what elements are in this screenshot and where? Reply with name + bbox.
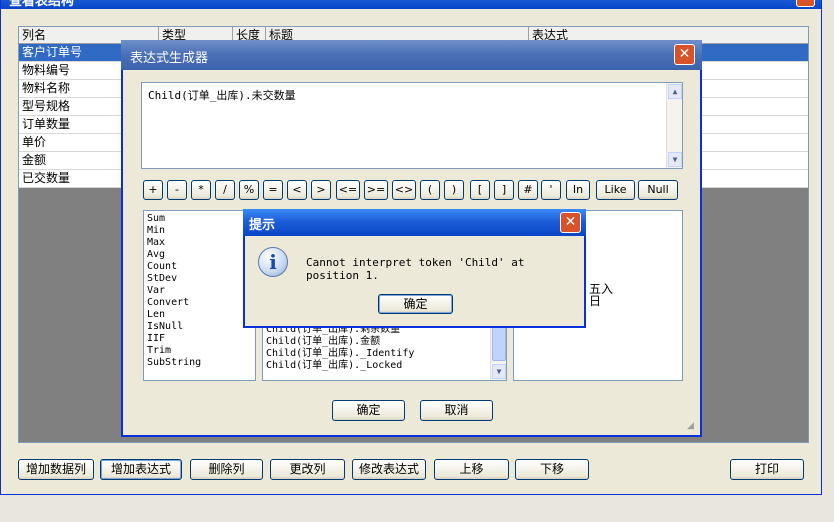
- prompt-ok-button[interactable]: 确定: [378, 294, 453, 314]
- scroll-up-icon[interactable]: ▲: [668, 84, 682, 99]
- list-item[interactable]: StDev: [144, 273, 255, 285]
- operator-button[interactable]: =: [263, 180, 283, 200]
- field-items: Child(订单_出库).剩余数量 Child(订单_出库).金额 Child(…: [263, 324, 489, 372]
- expression-scrollbar[interactable]: ▲ ▼: [666, 83, 682, 168]
- list-item[interactable]: Min: [144, 225, 255, 237]
- operator-button[interactable]: Like: [596, 180, 635, 200]
- scroll-down-icon[interactable]: ▼: [492, 364, 506, 379]
- prompt-title: 提示: [249, 218, 276, 233]
- list-item[interactable]: Child(订单_出库)._Locked: [263, 360, 489, 372]
- list-item[interactable]: Convert: [144, 297, 255, 309]
- list-item[interactable]: Child(订单_出库).金额: [263, 336, 489, 348]
- list-item[interactable]: Avg: [144, 249, 255, 261]
- operator-button[interactable]: <=: [336, 180, 360, 200]
- operator-button[interactable]: %: [239, 180, 259, 200]
- main-titlebar[interactable]: 查看表结构 ✕: [1, 0, 821, 9]
- operator-button[interactable]: ': [541, 180, 561, 200]
- list-item[interactable]: Count: [144, 261, 255, 273]
- scroll-down-icon[interactable]: ▼: [668, 152, 682, 167]
- operator-button[interactable]: ): [444, 180, 464, 200]
- move-up-button[interactable]: 上移: [434, 459, 509, 480]
- operator-button[interactable]: <>: [392, 180, 416, 200]
- resize-grip-icon[interactable]: ◢: [687, 422, 697, 432]
- list-item[interactable]: IIF: [144, 333, 255, 345]
- info-icon: i: [258, 247, 288, 277]
- operator-button[interactable]: >=: [364, 180, 388, 200]
- operator-button[interactable]: ]: [494, 180, 514, 200]
- main-close-button[interactable]: ✕: [796, 0, 815, 7]
- operator-button[interactable]: +: [143, 180, 163, 200]
- add-expression-button[interactable]: 增加表达式: [100, 459, 182, 480]
- list-item[interactable]: Len: [144, 309, 255, 321]
- list-item[interactable]: SubString: [144, 357, 255, 369]
- operator-button[interactable]: #: [518, 180, 538, 200]
- move-down-button[interactable]: 下移: [515, 459, 589, 480]
- print-button[interactable]: 打印: [730, 459, 804, 480]
- list-item[interactable]: Var: [144, 285, 255, 297]
- expression-cancel-button[interactable]: 取消: [420, 400, 493, 421]
- prompt-message: Cannot interpret token 'Child' at positi…: [306, 256, 525, 282]
- main-toolbar: 增加数据列 增加表达式 删除列 更改列 修改表达式 上移 下移 打印: [1, 459, 821, 485]
- expression-ok-button[interactable]: 确定: [332, 400, 405, 421]
- modify-column-button[interactable]: 更改列: [270, 459, 345, 480]
- expression-dialog-close-button[interactable]: ✕: [674, 44, 695, 65]
- prompt-dialog: 提示 ✕ i Cannot interpret token 'Child' at…: [243, 209, 586, 328]
- function-list[interactable]: Sum Min Max Avg Count StDev Var Convert …: [143, 210, 256, 381]
- scroll-thumb[interactable]: [492, 323, 506, 361]
- list-item[interactable]: Trim: [144, 345, 255, 357]
- operator-button[interactable]: -: [167, 180, 187, 200]
- prompt-titlebar[interactable]: 提示 ✕: [243, 209, 586, 236]
- add-data-column-button[interactable]: 增加数据列: [18, 459, 94, 480]
- list-item[interactable]: Max: [144, 237, 255, 249]
- expression-input[interactable]: Child(订单_出库).未交数量 ▲ ▼: [141, 82, 683, 169]
- prompt-close-button[interactable]: ✕: [560, 212, 581, 233]
- operator-button[interactable]: Null: [638, 180, 678, 200]
- operator-button[interactable]: <: [287, 180, 307, 200]
- operator-button[interactable]: *: [191, 180, 211, 200]
- modify-expression-button[interactable]: 修改表达式: [352, 459, 426, 480]
- expression-dialog-title: 表达式生成器: [130, 51, 209, 66]
- operator-button[interactable]: >: [311, 180, 331, 200]
- operator-button[interactable]: (: [420, 180, 440, 200]
- expression-dialog-titlebar[interactable]: 表达式生成器 ✕: [121, 40, 702, 70]
- list-item[interactable]: IsNull: [144, 321, 255, 333]
- list-item[interactable]: Child(订单_出库)._Identify: [263, 348, 489, 360]
- list-item: 日: [589, 294, 602, 308]
- delete-column-button[interactable]: 删除列: [190, 459, 263, 480]
- operator-button[interactable]: /: [215, 180, 235, 200]
- operator-button[interactable]: [: [470, 180, 490, 200]
- list-item[interactable]: Sum: [144, 213, 255, 225]
- expression-text: Child(订单_出库).未交数量: [148, 89, 296, 102]
- main-window-title: 查看表结构: [9, 0, 75, 9]
- operator-button[interactable]: In: [566, 180, 590, 200]
